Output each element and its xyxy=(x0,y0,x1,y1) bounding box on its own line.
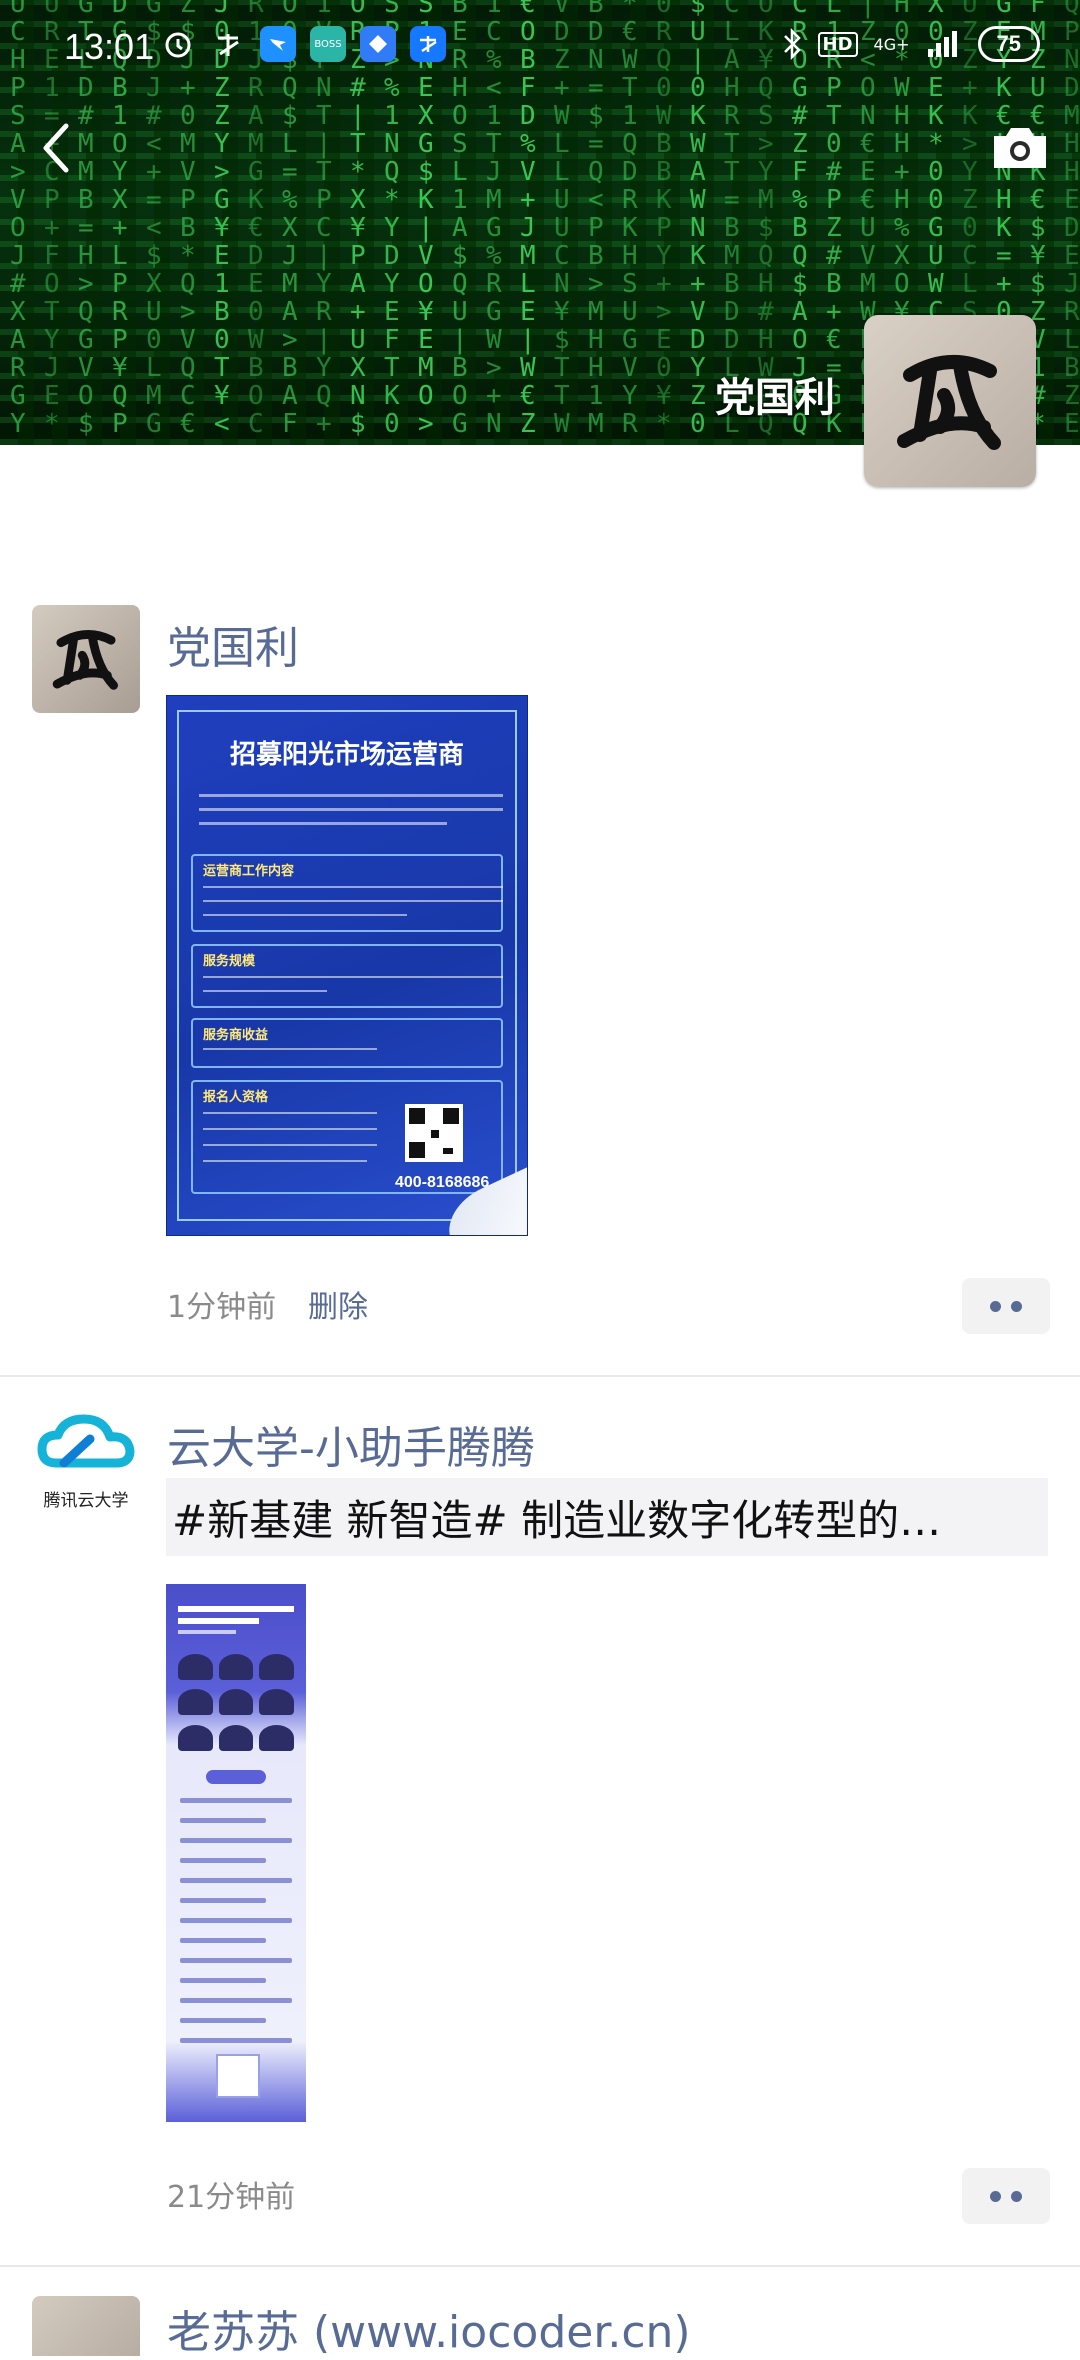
more-options-button[interactable] xyxy=(962,1278,1050,1334)
dot-icon xyxy=(1011,2190,1022,2202)
poster-phone: 400-8168686 xyxy=(395,1174,490,1191)
poster-text-line xyxy=(203,886,503,888)
dot-icon xyxy=(990,2190,1001,2202)
post-author-name[interactable]: 老苏苏 (www.iocoder.cn) xyxy=(167,2296,691,2360)
poster-text-line xyxy=(203,1144,377,1146)
dot-icon xyxy=(990,1300,1001,1312)
poster-text-line xyxy=(203,914,407,916)
post-avatar[interactable] xyxy=(32,2296,140,2356)
calligraphy-avatar-image xyxy=(897,355,1001,450)
poster-section-title: 运营商工作内容 xyxy=(203,864,295,879)
poster-text-line xyxy=(199,794,503,797)
poster-text-line xyxy=(203,1112,377,1114)
calligraphy-avatar-image xyxy=(52,630,119,690)
boss-zhipin-icon: BOSS xyxy=(310,26,346,62)
poster-text-line xyxy=(203,1128,377,1130)
speaker-photos xyxy=(178,1654,294,1754)
alarm-icon xyxy=(160,26,196,62)
bluetooth-icon xyxy=(783,27,801,61)
shared-link-title: #新基建 新智造# 制造业数字化转型的… xyxy=(172,1495,942,1545)
network-label: 4G+ xyxy=(873,34,910,54)
cover-username: 党国利 xyxy=(715,375,835,421)
post-timestamp: 1分钟前 xyxy=(167,1290,277,1325)
post-author-name[interactable]: 云大学-小助手腾腾 xyxy=(167,1412,535,1476)
alipay-icon xyxy=(410,26,446,62)
post-image[interactable] xyxy=(166,1584,306,2122)
poster-text-line xyxy=(199,822,447,825)
poster-text-line xyxy=(203,1160,367,1162)
cover-avatar[interactable] xyxy=(864,315,1036,487)
avatar-label: 腾讯云大学 xyxy=(43,1491,129,1511)
qr-code xyxy=(405,1104,463,1162)
hd-label: HD xyxy=(817,31,858,57)
poster-text-line xyxy=(203,990,327,992)
alipay-icon xyxy=(210,26,246,62)
dot-icon xyxy=(1011,1300,1022,1312)
battery-indicator: 75 xyxy=(977,26,1040,62)
post-avatar[interactable]: 腾讯云大学 xyxy=(32,1405,140,1513)
post-timestamp: 21分钟前 xyxy=(167,2180,296,2215)
app-icon xyxy=(360,26,396,62)
more-options-button[interactable] xyxy=(962,2168,1050,2224)
poster-section-title: 服务商收益 xyxy=(203,1028,269,1043)
poster-text-line xyxy=(203,900,503,902)
tencent-cloud-logo-icon xyxy=(37,1414,135,1468)
status-right: HD 4G+ 75 xyxy=(782,26,1040,62)
post-avatar[interactable] xyxy=(32,605,140,713)
delete-button[interactable]: 删除 xyxy=(308,1282,368,1326)
shared-link-card[interactable]: #新基建 新智造# 制造业数字化转型的… xyxy=(166,1478,1048,1556)
signal-icon xyxy=(927,31,957,57)
post-divider xyxy=(0,2265,1080,2267)
poster-text-line xyxy=(203,1048,377,1050)
poster-section-title: 报名人资格 xyxy=(203,1090,269,1105)
status-time: 13:01 xyxy=(64,26,155,67)
poster-header-text xyxy=(178,1606,294,1642)
post-author-name[interactable]: 党国利 xyxy=(167,612,299,676)
post-image[interactable]: 招募阳光市场运营商 运营商工作内容 服务规模 服务商收益 报名人资格 400-8… xyxy=(166,695,528,1236)
poster-tag xyxy=(206,1770,266,1784)
poster-text-line xyxy=(203,976,503,978)
poster-title: 招募阳光市场运营商 xyxy=(229,740,464,770)
poster-section-title: 服务规模 xyxy=(203,954,256,969)
camera-icon[interactable] xyxy=(990,124,1050,170)
status-bar: 13:01 BOSS HD 4G+ 75 xyxy=(0,0,1080,95)
back-arrow-icon[interactable] xyxy=(36,118,76,178)
qr-code xyxy=(216,2054,260,2098)
notification-icons: BOSS xyxy=(160,26,446,62)
poster-text-line xyxy=(199,808,503,811)
dingtalk-icon xyxy=(260,26,296,62)
post-divider xyxy=(0,1375,1080,1377)
